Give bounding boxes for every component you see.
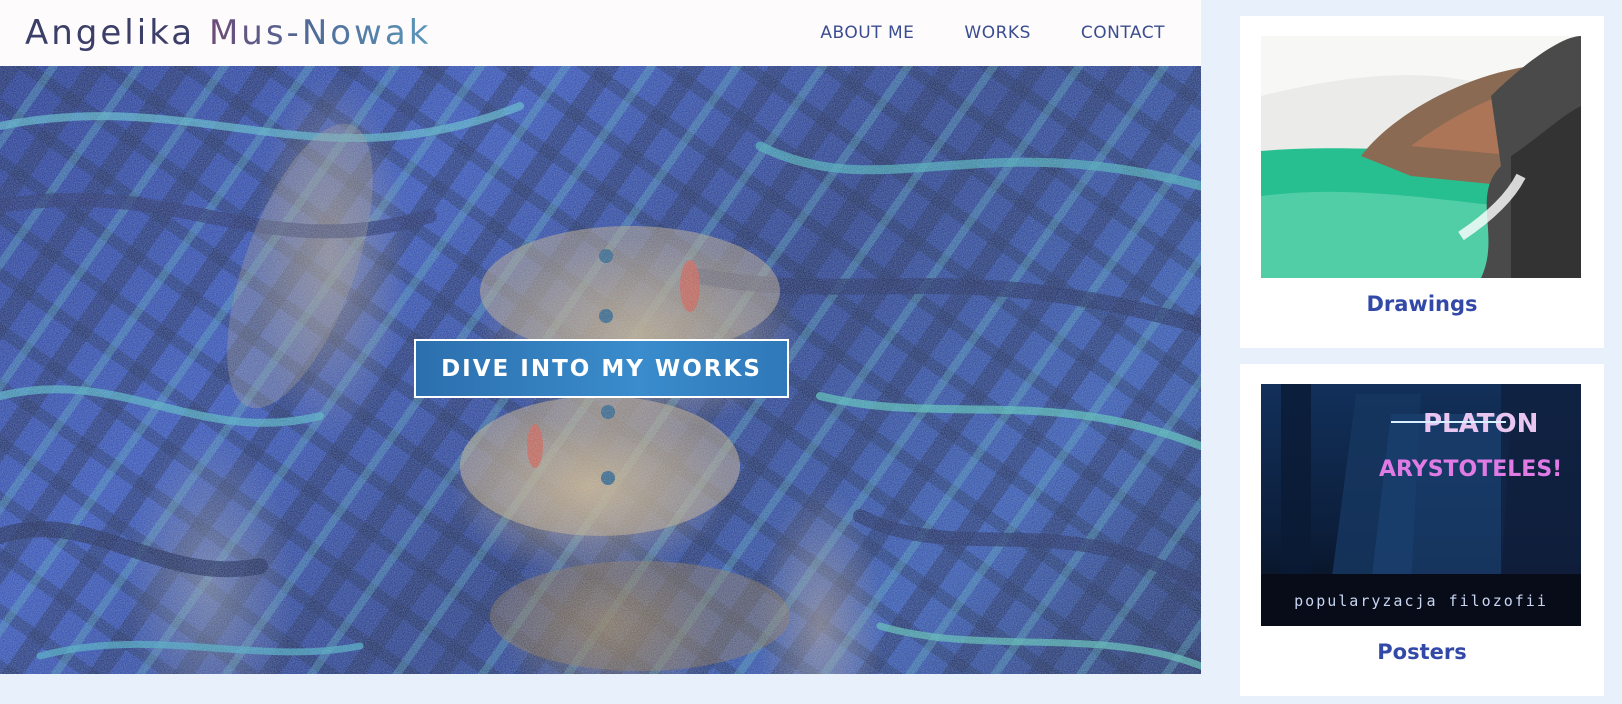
category-card-posters[interactable]: PLATON ARYSTOTELES! popularyzacja filozo… bbox=[1240, 364, 1604, 696]
logo-first-name: Angelika bbox=[25, 13, 196, 53]
posters-image: PLATON ARYSTOTELES! popularyzacja filozo… bbox=[1261, 384, 1581, 626]
site-header: Angelika Mus-Nowak ABOUT ME WORKS CONTAC… bbox=[0, 0, 1201, 66]
posters-thumbnail[interactable]: PLATON ARYSTOTELES! popularyzacja filozo… bbox=[1261, 384, 1581, 626]
nav-works[interactable]: WORKS bbox=[964, 21, 1030, 45]
drawings-label[interactable]: Drawings bbox=[1240, 292, 1604, 316]
category-card-drawings[interactable]: Drawings bbox=[1240, 16, 1604, 348]
dive-into-works-button[interactable]: DIVE INTO MY WORKS bbox=[414, 339, 789, 398]
site-logo[interactable]: Angelika Mus-Nowak bbox=[25, 9, 431, 57]
logo-last-name: Mus-Nowak bbox=[208, 13, 432, 53]
posters-label[interactable]: Posters bbox=[1240, 640, 1604, 664]
poster-caption: popularyzacja filozofii bbox=[1294, 592, 1548, 610]
main-nav: ABOUT ME WORKS CONTACT bbox=[820, 21, 1165, 45]
drawings-image bbox=[1261, 36, 1581, 278]
nav-about-me[interactable]: ABOUT ME bbox=[820, 21, 914, 45]
nav-contact[interactable]: CONTACT bbox=[1081, 21, 1165, 45]
drawings-thumbnail[interactable] bbox=[1261, 36, 1581, 278]
hero-painting: DIVE INTO MY WORKS bbox=[0, 66, 1201, 674]
poster-neon-line1: PLATON bbox=[1423, 409, 1538, 439]
main-column: Angelika Mus-Nowak ABOUT ME WORKS CONTAC… bbox=[0, 0, 1201, 704]
sidebar: Drawings PLATON ARYSTOTELES! popularyzac… bbox=[1222, 0, 1622, 704]
poster-neon-line2: ARYSTOTELES! bbox=[1379, 457, 1562, 482]
